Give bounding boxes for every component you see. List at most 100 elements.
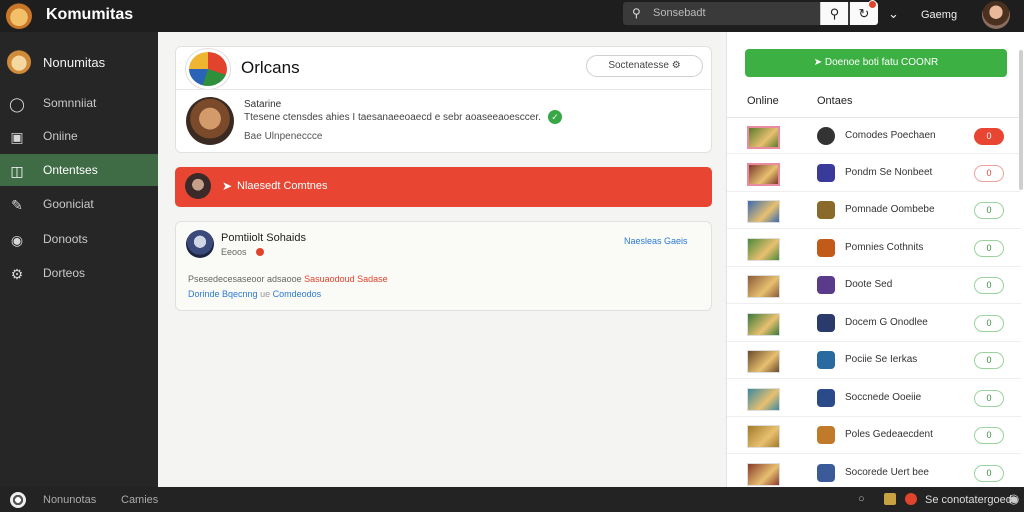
primary-action-label: Doenoe boti fatu COONR [824,57,939,68]
game-thumbnail[interactable] [747,425,780,448]
comment-link[interactable]: Naesleas Gaeis [624,236,688,246]
circle-icon[interactable]: ○ [858,493,865,505]
compass-icon: ◯ [9,96,25,112]
game-thumbnail[interactable] [747,200,780,223]
sidebar-item-ontentses[interactable]: ◫ Ontentses [0,154,158,186]
right-panel: ➤ Doenoe boti fatu COONR Online Ontaes C… [726,32,1024,492]
user-name[interactable]: Gaemg [921,9,957,21]
game-thumbnail[interactable] [747,312,780,336]
member-name[interactable]: Poles Gedeaecdent [845,429,933,440]
member-name[interactable]: Pomnies Cothnits [845,242,923,253]
status-badge[interactable]: 0 [974,464,1004,482]
divider [176,89,711,90]
layout-icon: ◫ [10,163,24,179]
status-badge[interactable]: 0 [974,128,1004,145]
controller-icon: ◉ [10,232,24,248]
member-row[interactable]: Pomnies Cothnits 0 [727,230,1021,267]
comment-avatar[interactable] [186,230,214,258]
avatar[interactable] [982,1,1010,29]
game-thumbnail[interactable] [747,350,780,373]
check-icon: ✓ [548,110,562,124]
game-icon [817,163,835,182]
game-thumbnail[interactable] [747,387,780,411]
sidebar-item-somnniiat[interactable]: ◯ Somnniiat [0,87,158,119]
member-row[interactable]: Pomnade Oombebe 0 [727,192,1021,229]
member-name[interactable]: Comodes Poechaen [845,130,936,141]
post-author-avatar[interactable] [186,97,234,145]
scrollbar[interactable] [1019,50,1023,190]
community-action-label: Soctenatesse [608,60,669,71]
brand-logo-icon [7,50,31,74]
comment-title[interactable]: Pomtiiolt Sohaids [221,232,306,244]
member-name[interactable]: Soccnede Ooeiie [845,392,921,403]
member-row[interactable]: Soccnede Ooeiie 0 [727,380,1021,417]
game-thumbnail[interactable] [747,237,780,261]
column-header-ontaes: Ontaes [817,95,853,107]
member-name[interactable]: Doote Sed [845,279,892,290]
game-icon [817,388,835,407]
member-name[interactable]: Socorede Uert bee [845,467,929,478]
post-author-name[interactable]: Satarine [244,99,281,110]
status-badge[interactable]: 0 [974,389,1004,407]
member-name[interactable]: Pomnade Oombebe [845,204,935,215]
alert-avatar [185,173,211,199]
status-badge[interactable]: 0 [974,352,1004,369]
sidebar-item-dorteos[interactable]: ⚙ Dorteos [0,257,158,289]
sidebar-brand[interactable]: Nonumitas [0,42,158,82]
member-row[interactable]: Pociie Se Ierkas 0 [727,342,1021,379]
status-badge[interactable]: 0 [974,202,1004,219]
status-badge[interactable]: 0 [974,427,1004,444]
search-input[interactable]: ⚲ Sonsebadt [623,2,851,25]
pin-icon: ➤ [222,179,233,193]
community-card: Orlcans Soctenatesse ⚙ Satarine Ttesene … [175,46,712,153]
folder-icon[interactable] [884,493,896,505]
alert-banner[interactable]: ➤ Nlaesedt Comtnes [175,167,712,207]
gear-icon: ⚙ [10,266,24,282]
game-thumbnail[interactable] [747,126,780,149]
comment-link-b[interactable]: Comdeodos [273,289,322,299]
community-logo [186,49,230,89]
member-name[interactable]: Pondm Se Nonbeet [845,167,932,178]
search-button[interactable]: ⚲ [820,2,848,25]
primary-action-button[interactable]: ➤ Doenoe boti fatu COONR [745,49,1007,77]
sidebar-item-gooniciat[interactable]: ✎ Gooniciat [0,188,158,220]
status-badge[interactable]: 0 [974,164,1004,182]
bottom-nav-item[interactable]: Camies [121,494,158,506]
post-subtext: Bae Ulnpeneccce [244,131,323,142]
game-icon [817,351,835,369]
post-text: Ttesene ctensdes ahies I taesanaeeoaecd … [244,112,541,123]
bottom-nav-item[interactable]: Nonunotas [43,494,96,506]
record-icon[interactable] [905,493,917,505]
chevron-down-icon[interactable]: ⌄ [888,6,899,22]
comment-separator: ue [260,289,271,299]
game-icon [817,313,835,332]
status-badge[interactable]: 0 [974,314,1004,332]
app-logo-icon[interactable] [10,492,26,508]
community-action-button[interactable]: Soctenatesse ⚙ [586,55,703,77]
member-row[interactable]: Socorede Uert bee 0 [727,455,1021,492]
sidebar-item-oniine[interactable]: ▣ Oniine [0,120,158,152]
sidebar-item-label: Donoots [43,232,88,246]
status-badge[interactable]: 0 [974,277,1004,294]
member-row[interactable]: Poles Gedeaecdent 0 [727,417,1021,454]
game-thumbnail[interactable] [747,462,780,486]
sidebar-item-donoots[interactable]: ◉ Donoots [0,223,158,255]
sidebar-item-label: Gooniciat [43,197,94,211]
comment-line-text: Psesedecesaseoor adsaooe [188,274,302,284]
member-name[interactable]: Docem G Onodlee [845,317,928,328]
comment-line-highlight[interactable]: Sasuaodoud Sadase [304,274,388,284]
app-logo[interactable] [6,3,32,29]
member-row[interactable]: Docem G Onodlee 0 [727,305,1021,342]
game-thumbnail[interactable] [747,162,780,186]
game-thumbnail[interactable] [747,275,780,298]
game-icon [817,201,835,219]
member-row[interactable]: Comodes Poechaen 0 [727,117,1021,154]
member-row[interactable]: Doote Sed 0 [727,267,1021,304]
game-icon [817,238,835,257]
status-badge[interactable]: 0 [974,239,1004,257]
member-row[interactable]: Pondm Se Nonbeet 0 [727,155,1021,192]
member-name[interactable]: Pociie Se Ierkas [845,354,917,365]
controller-icon[interactable]: ◉ [1008,491,1019,507]
comment-link-a[interactable]: Dorinde Bqecnng [188,289,258,299]
sidebar-item-label: Somnniiat [43,96,97,110]
